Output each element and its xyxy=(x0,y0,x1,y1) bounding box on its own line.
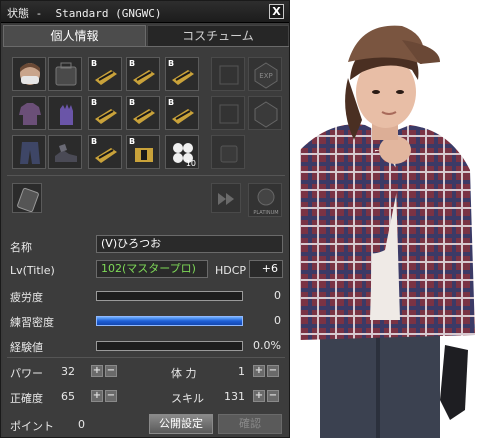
power-value: 32 xyxy=(61,365,75,378)
name-value: (V)ひろつお xyxy=(96,235,283,253)
svg-text:EXP: EXP xyxy=(259,72,272,80)
exp-value: 0.0% xyxy=(253,339,281,352)
equip-slot-club-1[interactable]: B xyxy=(88,57,122,91)
putter-icon xyxy=(135,148,153,162)
points-value: 0 xyxy=(78,418,85,431)
equip-slot-top[interactable] xyxy=(12,96,46,130)
platinum-slot[interactable]: PLATINUM xyxy=(248,183,282,217)
shoes-icon xyxy=(55,144,77,162)
golf-club-icon xyxy=(172,109,194,124)
practice-density-bar-fill xyxy=(97,317,242,325)
public-settings-button[interactable]: 公開設定 xyxy=(149,414,213,434)
golf-club-icon xyxy=(95,109,117,124)
equip-slot-putter[interactable]: B xyxy=(126,135,160,169)
bag-icon xyxy=(220,145,238,163)
fast-forward-button[interactable] xyxy=(211,183,241,213)
stamina-label: 体 力 xyxy=(171,367,197,380)
accuracy-value: 65 xyxy=(61,390,75,403)
card-slot[interactable] xyxy=(12,183,42,213)
pants-icon xyxy=(20,142,40,164)
equip-slot-empty-3[interactable] xyxy=(248,96,282,130)
window-titlebar[interactable]: 状態 - Standard (GNGWC) X xyxy=(1,1,289,23)
stamina-minus-button[interactable]: − xyxy=(267,365,279,377)
shirt-icon xyxy=(19,103,41,125)
golf-club-icon xyxy=(95,148,117,163)
window-title: 状態 - Standard (GNGWC) xyxy=(7,7,162,20)
svg-text:PLATINUM: PLATINUM xyxy=(253,210,278,216)
golfer-character-image xyxy=(300,25,475,438)
fast-forward-icon xyxy=(218,193,234,205)
equip-slot-pants[interactable] xyxy=(12,135,46,169)
stamina-plus-button[interactable]: + xyxy=(253,365,265,377)
equip-slot-empty-2[interactable] xyxy=(211,96,245,130)
golf-club-icon xyxy=(133,70,155,85)
equip-slot-balls[interactable]: 10 xyxy=(165,135,199,169)
accuracy-minus-button[interactable]: − xyxy=(105,390,117,402)
level-label: Lv(Title) xyxy=(10,264,55,277)
golf-club-icon xyxy=(172,70,194,85)
accuracy-label: 正確度 xyxy=(10,392,43,405)
equip-slot-head[interactable] xyxy=(12,57,46,91)
stamina-value: 1 xyxy=(238,365,245,378)
practice-density-bar xyxy=(96,316,243,326)
personal-info-panel: B B B EXP B B B B B 10 PLATINUM 名称 (V)ひろ… xyxy=(3,46,289,437)
hdcp-value: +6 xyxy=(249,260,283,278)
skill-value: 131 xyxy=(224,390,245,403)
power-plus-button[interactable]: + xyxy=(91,365,103,377)
equip-slot-club-5[interactable]: B xyxy=(126,96,160,130)
name-label: 名称 xyxy=(10,241,32,254)
hex-slot-icon xyxy=(254,101,278,128)
tab-personal-info[interactable]: 個人情報 xyxy=(3,25,146,47)
fatigue-value: 0 xyxy=(274,289,281,302)
empty-slot-icon xyxy=(219,104,239,124)
equip-slot-club-6[interactable]: B xyxy=(165,96,199,130)
equip-slot-club-7[interactable]: B xyxy=(88,135,122,169)
exp-label: 経験値 xyxy=(10,341,43,354)
equip-slot-club-4[interactable]: B xyxy=(88,96,122,130)
exp-bar xyxy=(96,341,243,351)
power-minus-button[interactable]: − xyxy=(105,365,117,377)
skill-plus-button[interactable]: + xyxy=(253,390,265,402)
equip-slot-club-3[interactable]: B xyxy=(165,57,199,91)
hdcp-label: HDCP xyxy=(215,264,247,277)
fatigue-label: 疲労度 xyxy=(10,291,43,304)
equip-slot-empty-1[interactable] xyxy=(211,57,245,91)
practice-density-label: 練習密度 xyxy=(10,316,54,329)
equip-slot-shoes[interactable] xyxy=(48,135,82,169)
equip-slot-empty-4[interactable] xyxy=(211,135,245,169)
face-mask-icon xyxy=(20,63,40,85)
platinum-badge-icon: PLATINUM xyxy=(253,188,279,216)
golf-club-icon xyxy=(95,70,117,85)
status-window: 状態 - Standard (GNGWC) X 個人情報 コスチューム B B … xyxy=(0,0,290,438)
tab-bar: 個人情報 コスチューム xyxy=(3,25,289,47)
accuracy-plus-button[interactable]: + xyxy=(91,390,103,402)
ball-count: 10 xyxy=(185,159,196,168)
practice-density-value: 0 xyxy=(274,314,281,327)
tab-costume[interactable]: コスチューム xyxy=(147,25,289,47)
power-label: パワー xyxy=(10,367,43,380)
card-icon xyxy=(17,187,39,212)
golf-club-icon xyxy=(133,109,155,124)
divider xyxy=(7,175,285,176)
divider xyxy=(7,357,285,358)
empty-slot-icon xyxy=(219,65,239,85)
fatigue-bar xyxy=(96,291,243,301)
equip-slot-exp[interactable]: EXP xyxy=(248,57,282,91)
level-value: 102(マスタープロ) xyxy=(96,260,208,278)
bag-icon xyxy=(55,62,77,86)
confirm-button[interactable]: 確認 xyxy=(218,414,282,434)
character-preview xyxy=(290,0,483,438)
exp-badge-icon: EXP xyxy=(254,62,278,89)
skill-label: スキル xyxy=(171,392,204,405)
glove-icon xyxy=(60,104,73,125)
points-label: ポイント xyxy=(10,420,54,433)
close-button[interactable]: X xyxy=(269,4,284,19)
equip-slot-glove[interactable] xyxy=(48,96,82,130)
equip-slot-bag[interactable] xyxy=(48,57,82,91)
equip-slot-club-2[interactable]: B xyxy=(126,57,160,91)
skill-minus-button[interactable]: − xyxy=(267,390,279,402)
